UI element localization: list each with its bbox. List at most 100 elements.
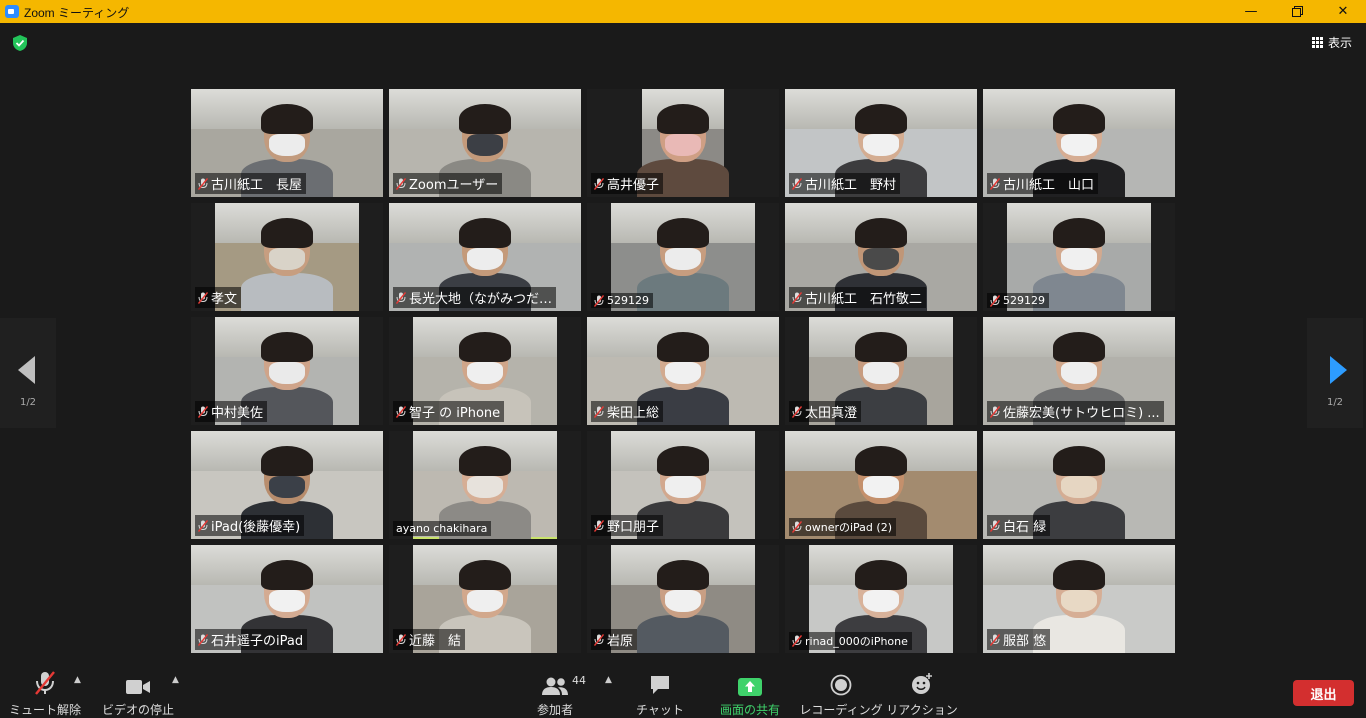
participant-video-tile[interactable]: 529129 xyxy=(587,203,779,311)
microphone-muted-icon xyxy=(792,521,802,533)
participant-name-label: 石井遥子のiPad xyxy=(195,629,308,650)
stop-video-button[interactable]: ビデオの停止 xyxy=(100,665,176,718)
participant-name: Zoomユーザー xyxy=(409,178,499,193)
reactions-button[interactable]: リアクション xyxy=(886,665,958,718)
restore-button[interactable] xyxy=(1274,0,1320,23)
window-title: Zoom ミーティング xyxy=(24,6,130,20)
meeting-toolbar: ミュート解除 ▲ ビデオの停止 ▲ 参加者 44 ▲ チャット 画面の共有 レコ… xyxy=(0,665,1366,718)
participant-video-tile[interactable]: 野口朋子 xyxy=(587,431,779,539)
participant-video-tile[interactable]: ayano chakihara xyxy=(389,431,581,539)
minimize-button[interactable]: — xyxy=(1228,0,1274,23)
participant-name: 長光大地（ながみつだ… xyxy=(409,292,553,307)
participant-video-tile[interactable]: iPad(後藤優幸) xyxy=(191,431,383,539)
participant-name-label: rinad_000のiPhone xyxy=(789,632,912,650)
participant-name: iPad(後藤優幸) xyxy=(211,520,301,535)
participant-video-tile[interactable]: 長光大地（ながみつだ… xyxy=(389,203,581,311)
video-letterbox xyxy=(724,89,779,197)
participant-video-tile[interactable]: 古川紙工 山口 xyxy=(983,89,1175,197)
participant-video-tile[interactable]: 古川紙工 長屋 xyxy=(191,89,383,197)
encryption-shield-icon[interactable] xyxy=(11,34,29,52)
microphone-muted-icon xyxy=(198,177,208,190)
unmute-button[interactable]: ミュート解除 xyxy=(8,665,82,718)
participant-name-label: 近藤 結 xyxy=(393,629,466,650)
microphone-muted-icon xyxy=(198,405,208,418)
leave-meeting-button[interactable]: 退出 xyxy=(1293,680,1354,706)
stop-video-label: ビデオの停止 xyxy=(101,703,174,717)
participant-video-tile[interactable]: 岩原 xyxy=(587,545,779,653)
participant-name-label: 太田真澄 xyxy=(789,401,862,422)
participant-video-tile[interactable]: 古川紙工 石竹敬二 xyxy=(785,203,977,311)
participants-options-caret[interactable]: ▲ xyxy=(605,675,612,685)
video-letterbox xyxy=(953,317,977,425)
participant-name: 太田真澄 xyxy=(805,406,858,421)
participant-video-tile[interactable]: 佐藤宏美(サトウヒロミ) ... xyxy=(983,317,1175,425)
chat-button[interactable]: チャット xyxy=(636,665,684,718)
video-letterbox xyxy=(755,203,779,311)
video-letterbox xyxy=(359,317,383,425)
microphone-muted-icon xyxy=(990,405,1000,418)
chat-label: チャット xyxy=(636,703,684,717)
participant-name-label: 孝文 xyxy=(195,287,242,308)
participant-video-tile[interactable]: 太田真澄 xyxy=(785,317,977,425)
microphone-muted-icon xyxy=(792,405,802,418)
participants-button[interactable]: 参加者 xyxy=(531,665,579,718)
participant-video-tile[interactable]: 孝文 xyxy=(191,203,383,311)
participant-name: 岩原 xyxy=(607,634,634,649)
participant-video-tile[interactable]: 白石 緑 xyxy=(983,431,1175,539)
microphone-muted-icon xyxy=(594,294,604,307)
participant-name-label: 529129 xyxy=(987,293,1049,308)
participant-video-tile[interactable]: 高井優子 xyxy=(587,89,779,197)
record-button[interactable]: レコーディング xyxy=(799,665,883,718)
microphone-muted-icon xyxy=(594,177,604,190)
microphone-muted-icon xyxy=(35,671,55,695)
restore-icon xyxy=(1291,6,1303,17)
microphone-muted-icon xyxy=(990,519,1000,532)
microphone-muted-icon xyxy=(594,519,604,532)
prev-page-button[interactable]: 1/2 xyxy=(0,318,56,428)
participant-name-label: 柴田上総 xyxy=(591,401,664,422)
audio-options-caret[interactable]: ▲ xyxy=(74,675,81,685)
participant-video-tile[interactable]: 智子 の iPhone xyxy=(389,317,581,425)
record-icon xyxy=(830,674,852,696)
video-camera-icon xyxy=(126,680,150,694)
participant-video-tile[interactable]: rinad_000のiPhone xyxy=(785,545,977,653)
participant-name: 古川紙工 山口 xyxy=(1003,178,1095,193)
participant-video-tile[interactable]: ownerのiPad (2) xyxy=(785,431,977,539)
participant-video-tile[interactable]: 中村美佐 xyxy=(191,317,383,425)
participant-name-label: ownerのiPad (2) xyxy=(789,518,896,536)
next-page-button[interactable]: 1/2 xyxy=(1307,318,1363,428)
video-letterbox xyxy=(1151,203,1175,311)
microphone-muted-icon xyxy=(990,633,1000,646)
participant-video-tile[interactable]: 近藤 結 xyxy=(389,545,581,653)
participant-name: 柴田上総 xyxy=(607,406,660,421)
view-button[interactable]: 表示 xyxy=(1311,34,1352,51)
video-letterbox xyxy=(557,317,581,425)
video-options-caret[interactable]: ▲ xyxy=(172,675,179,685)
participant-video-tile[interactable]: 柴田上総 xyxy=(587,317,779,425)
close-button[interactable]: ✕ xyxy=(1320,0,1366,23)
participant-video-tile[interactable]: Zoomユーザー xyxy=(389,89,581,197)
participant-name-label: 野口朋子 xyxy=(591,515,664,536)
participant-name: 野口朋子 xyxy=(607,520,660,535)
participant-name: 古川紙工 石竹敬二 xyxy=(805,292,923,307)
participant-name: 智子 の iPhone xyxy=(409,406,501,421)
participant-video-tile[interactable]: 古川紙工 野村 xyxy=(785,89,977,197)
share-screen-button[interactable]: 画面の共有 xyxy=(713,665,787,718)
participant-name-label: 岩原 xyxy=(591,629,638,650)
unmute-label: ミュート解除 xyxy=(8,703,81,717)
participant-video-tile[interactable]: 石井遥子のiPad xyxy=(191,545,383,653)
participant-name: rinad_000のiPhone xyxy=(805,635,908,648)
page-indicator-left: 1/2 xyxy=(19,397,37,408)
microphone-muted-icon xyxy=(198,291,208,304)
close-icon: ✕ xyxy=(1337,4,1349,19)
chat-bubble-icon xyxy=(651,676,669,694)
video-letterbox xyxy=(359,203,383,311)
participants-label: 参加者 xyxy=(536,703,573,717)
reactions-label: リアクション xyxy=(886,703,958,717)
microphone-muted-icon xyxy=(396,177,406,190)
participant-video-tile[interactable]: 服部 悠 xyxy=(983,545,1175,653)
participant-name-label: 古川紙工 野村 xyxy=(789,173,901,194)
video-letterbox xyxy=(755,431,779,539)
participant-video-tile[interactable]: 529129 xyxy=(983,203,1175,311)
participant-name: 529129 xyxy=(1003,294,1045,307)
